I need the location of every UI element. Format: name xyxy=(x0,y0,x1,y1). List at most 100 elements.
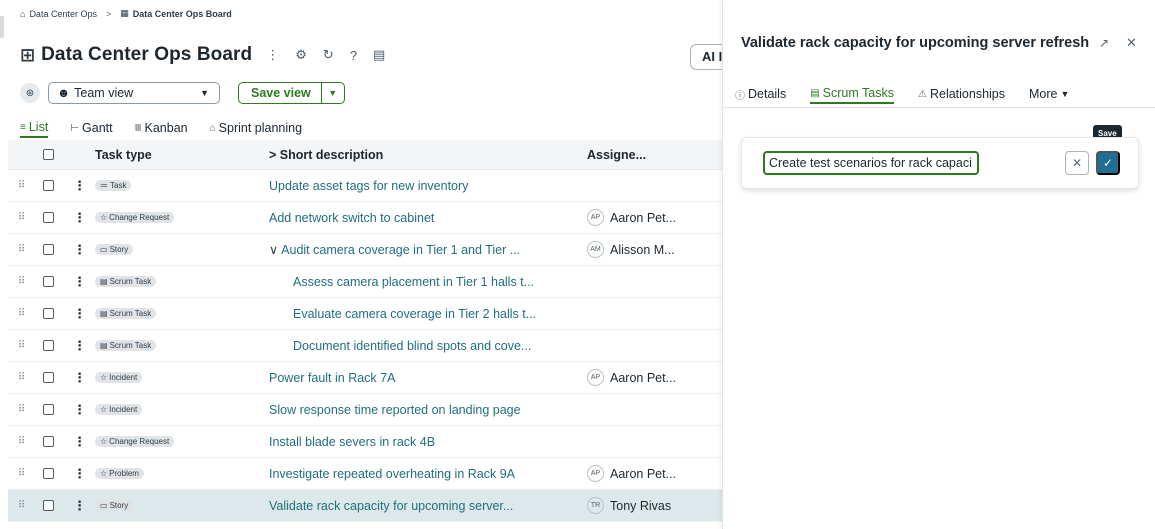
row-checkbox[interactable] xyxy=(42,340,54,351)
chevron-down-icon[interactable]: ∨ xyxy=(269,243,278,257)
row-checkbox[interactable] xyxy=(42,468,54,479)
cancel-button[interactable]: ✕ xyxy=(1065,151,1089,175)
breadcrumb-root[interactable]: Data Center Ops xyxy=(29,9,97,19)
drag-handle-icon[interactable]: ⠿ xyxy=(8,468,32,479)
save-view-button[interactable]: Save view xyxy=(239,83,322,103)
row-menu-icon[interactable]: ⋮ xyxy=(64,402,95,418)
binoculars-icon[interactable]: ⊛ xyxy=(20,83,40,103)
assignee-name[interactable]: Aaron Pet... xyxy=(610,371,676,385)
caret-down-icon: ▼ xyxy=(1060,89,1070,99)
table-row[interactable]: ⠿ ⋮ ☆ Problem Investigate repeated overheati… xyxy=(8,458,722,490)
row-checkbox[interactable] xyxy=(42,372,54,383)
table-row[interactable]: ⠿ ⋮ ≔ Task Update asset tags for new invento… xyxy=(8,170,722,202)
column-header-task-type[interactable]: Task type xyxy=(95,148,269,162)
column-header-short-description[interactable]: > Short description xyxy=(269,148,587,162)
row-menu-icon[interactable]: ⋮ xyxy=(64,210,95,226)
tab-list[interactable]: ≡ List xyxy=(20,118,49,138)
short-description-link[interactable]: Install blade severs in rack 4B xyxy=(269,435,435,449)
drag-handle-icon[interactable]: ⠿ xyxy=(8,500,32,511)
team-view-select[interactable]: ☻ Team view ▼ xyxy=(48,82,220,104)
drag-handle-icon[interactable]: ⠿ xyxy=(8,244,32,255)
assignee-name[interactable]: Aaron Pet... xyxy=(610,467,676,481)
open-in-new-icon[interactable]: ↗ xyxy=(1099,36,1109,50)
more-vertical-icon[interactable]: ⋮ xyxy=(266,47,279,63)
row-menu-icon[interactable]: ⋮ xyxy=(64,498,95,514)
drag-handle-icon[interactable]: ⠿ xyxy=(8,372,32,383)
tab-label: List xyxy=(28,120,49,134)
short-description-link[interactable]: Assess camera placement in Tier 1 halls … xyxy=(293,275,534,289)
filter-settings-icon[interactable]: ⚙ xyxy=(295,47,307,63)
table-row[interactable]: ⠿ ⋮ ▤ Scrum Task Assess camera placement in … xyxy=(8,266,722,298)
tab-sprint-planning[interactable]: ⌂ Sprint planning xyxy=(210,118,302,138)
tab-more[interactable]: More ▼ xyxy=(1029,84,1069,104)
row-menu-icon[interactable]: ⋮ xyxy=(64,178,95,194)
row-checkbox[interactable] xyxy=(42,404,54,415)
short-description-link[interactable]: Slow response time reported on landing p… xyxy=(269,403,521,417)
table-row[interactable]: ⠿ ⋮ ☆ Incident Slow response time reported o… xyxy=(8,394,722,426)
row-menu-icon[interactable]: ⋮ xyxy=(64,466,95,482)
tab-relationships[interactable]: ⚠ Relationships xyxy=(918,84,1005,104)
drag-handle-icon[interactable]: ⠿ xyxy=(8,436,32,447)
column-header-assignee[interactable]: Assigne... xyxy=(587,148,722,162)
table-row[interactable]: ⠿ ⋮ ▭ Story Validate rack capacity for upcom… xyxy=(8,490,722,522)
row-menu-icon[interactable]: ⋮ xyxy=(64,338,95,354)
ai-button[interactable]: AI I xyxy=(690,44,722,70)
row-menu-icon[interactable]: ⋮ xyxy=(64,370,95,386)
save-view-dropdown-icon[interactable]: ▼ xyxy=(322,83,344,103)
help-icon[interactable]: ? xyxy=(350,48,357,63)
short-description-link[interactable]: Update asset tags for new inventory xyxy=(269,179,468,193)
table-row[interactable]: ⠿ ⋮ ▤ Scrum Task Evaluate camera coverage in… xyxy=(8,298,722,330)
calendar-icon[interactable]: ▤ xyxy=(373,47,385,63)
short-description-link[interactable]: Document identified blind spots and cove… xyxy=(293,339,531,353)
drag-handle-icon[interactable]: ⠿ xyxy=(8,340,32,351)
tab-kanban[interactable]: Ⅲ Kanban xyxy=(135,118,188,138)
drag-handle-icon[interactable]: ⠿ xyxy=(8,180,32,191)
tab-gantt[interactable]: ⊢ Gantt xyxy=(70,118,112,138)
assignee-name[interactable]: Alisson M... xyxy=(610,243,675,257)
short-description-link[interactable]: Power fault in Rack 7A xyxy=(269,371,395,385)
short-description-link[interactable]: Evaluate camera coverage in Tier 2 halls… xyxy=(293,307,536,321)
tab-scrum-tasks[interactable]: ▤ Scrum Tasks xyxy=(810,84,894,104)
row-checkbox[interactable] xyxy=(42,180,54,191)
row-checkbox[interactable] xyxy=(42,500,54,511)
scrum-task-input[interactable] xyxy=(763,151,979,175)
row-checkbox[interactable] xyxy=(42,244,54,255)
table-row[interactable]: ⠿ ⋮ ▭ Story ∨ Audit camera coverage in Tier 1… xyxy=(8,234,722,266)
short-description-link[interactable]: Investigate repeated overheating in Rack… xyxy=(269,467,515,481)
drag-handle-icon[interactable]: ⠿ xyxy=(8,404,32,415)
short-description-link[interactable]: Add network switch to cabinet xyxy=(269,211,434,225)
row-checkbox[interactable] xyxy=(42,308,54,319)
short-description-link[interactable]: Validate rack capacity for upcoming serv… xyxy=(269,499,513,513)
table-row[interactable]: ⠿ ⋮ ☆ Change Request Add network switch to c… xyxy=(8,202,722,234)
expand-all-icon[interactable]: > xyxy=(269,148,276,162)
drag-handle-icon[interactable]: ⠿ xyxy=(8,276,32,287)
assignee-cell: AM Alisson M... xyxy=(587,241,722,258)
table-row[interactable]: ⠿ ⋮ ☆ Change Request Install blade severs in… xyxy=(8,426,722,458)
row-checkbox[interactable] xyxy=(42,436,54,447)
select-all-checkbox[interactable] xyxy=(42,149,54,160)
close-icon[interactable]: ✕ xyxy=(1126,35,1137,51)
save-button[interactable]: ✓ xyxy=(1096,151,1120,175)
row-menu-icon[interactable]: ⋮ xyxy=(64,306,95,322)
task-type-cell: ☆ Change Request xyxy=(95,436,269,447)
collapsed-sidebar-handle[interactable] xyxy=(0,16,4,38)
row-checkbox[interactable] xyxy=(42,212,54,223)
tab-details[interactable]: ⓘ Details xyxy=(735,84,786,104)
assignee-name[interactable]: Aaron Pet... xyxy=(610,211,676,225)
short-description-link[interactable]: Audit camera coverage in Tier 1 and Tier… xyxy=(281,243,520,257)
star-icon: ☆ xyxy=(100,405,108,414)
row-menu-icon[interactable]: ⋮ xyxy=(64,434,95,450)
table-row[interactable]: ⠿ ⋮ ☆ Incident Power fault in Rack 7A AP Aaron… xyxy=(8,362,722,394)
short-description-cell: Update asset tags for new inventory xyxy=(269,179,587,193)
row-menu-icon[interactable]: ⋮ xyxy=(64,242,95,258)
assignee-name[interactable]: Tony Rivas xyxy=(610,499,671,513)
drag-handle-icon[interactable]: ⠿ xyxy=(8,212,32,223)
drag-handle-icon[interactable]: ⠿ xyxy=(8,308,32,319)
short-description-cell: Investigate repeated overheating in Rack… xyxy=(269,467,587,481)
table-row[interactable]: ⠿ ⋮ ▤ Scrum Task Document identified blind s… xyxy=(8,330,722,362)
refresh-icon[interactable]: ↻ xyxy=(323,47,334,63)
story-icon: ▭ xyxy=(100,501,108,510)
gantt-icon: ⊢ xyxy=(70,122,80,134)
row-menu-icon[interactable]: ⋮ xyxy=(64,274,95,290)
row-checkbox[interactable] xyxy=(42,276,54,287)
